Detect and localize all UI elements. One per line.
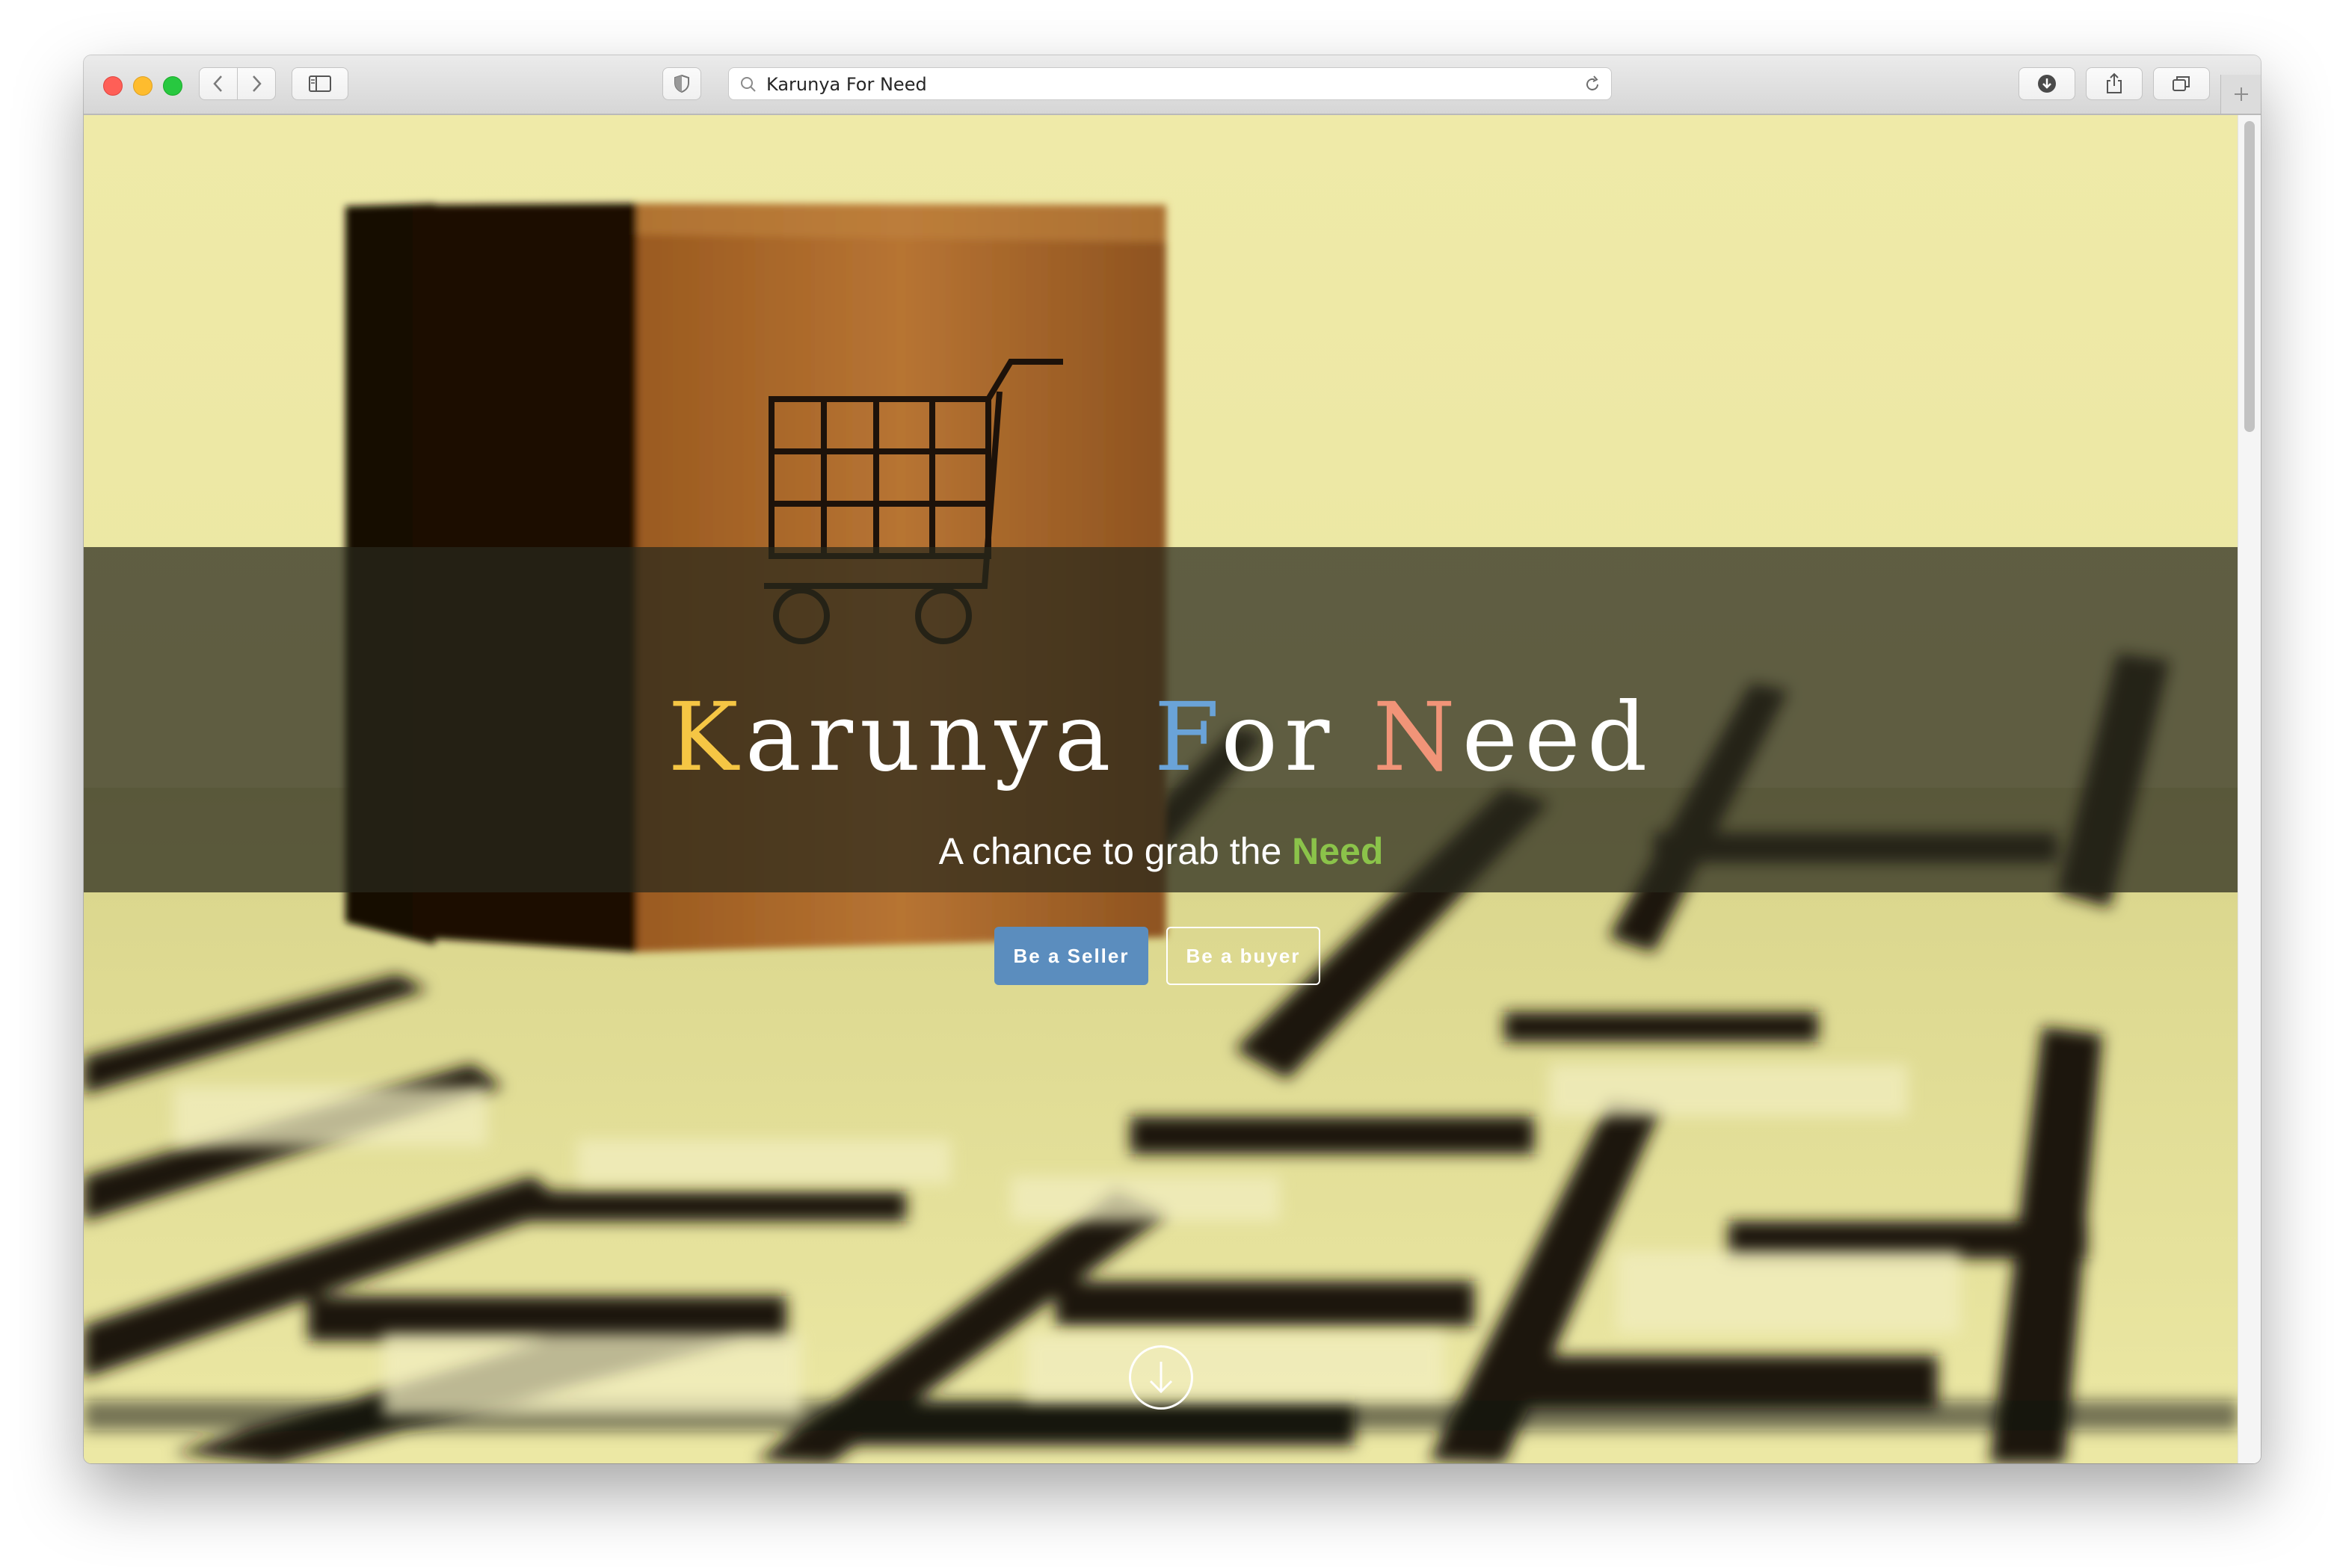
forward-button[interactable] (237, 67, 276, 100)
chevron-left-icon (213, 75, 222, 92)
address-bar[interactable]: Karunya For Need (728, 67, 1612, 100)
title-letter-n: N (1373, 682, 1462, 792)
search-icon (741, 77, 756, 92)
be-a-seller-button[interactable]: Be a Seller (994, 927, 1148, 985)
title-text-or: or (1221, 682, 1373, 792)
tab-overview-button[interactable] (2153, 67, 2210, 100)
scrollbar-thumb[interactable] (2244, 121, 2255, 432)
close-window-button[interactable] (103, 76, 123, 96)
be-a-buyer-button[interactable]: Be a buyer (1166, 927, 1320, 985)
page-scrollbar[interactable] (2238, 115, 2261, 1463)
browser-window: Karunya For Need Karunya For Need A chan… (84, 55, 2261, 1463)
hero-title: Karunya For Need (84, 691, 2238, 785)
back-button[interactable] (199, 67, 238, 100)
title-letter-f: F (1154, 682, 1222, 792)
tabs-icon (2173, 76, 2190, 91)
shield-icon (674, 74, 689, 93)
privacy-report-button[interactable] (662, 67, 701, 100)
arrow-down-icon (1149, 1362, 1173, 1394)
title-letter-k: K (668, 682, 745, 792)
subtitle-text: A chance to grab the (938, 830, 1293, 872)
share-button[interactable] (2086, 67, 2143, 100)
download-icon (2038, 75, 2056, 93)
zoom-window-button[interactable] (163, 76, 182, 96)
browser-toolbar: Karunya For Need (84, 55, 2261, 115)
title-text-eed: eed (1462, 682, 1654, 792)
title-text-arunya: arunya (745, 682, 1154, 792)
address-text: Karunya For Need (766, 74, 927, 95)
chevron-right-icon (253, 75, 262, 92)
plus-icon (2235, 87, 2248, 101)
share-icon (2107, 72, 2122, 93)
scroll-down-button[interactable] (1129, 1345, 1193, 1410)
minimize-window-button[interactable] (133, 76, 153, 96)
subtitle-highlight: Need (1292, 830, 1384, 872)
sidebar-icon (309, 75, 331, 92)
downloads-button[interactable] (2019, 67, 2075, 100)
page-content: Karunya For Need A chance to grab the Ne… (84, 115, 2238, 1463)
sidebar-toggle-button[interactable] (292, 67, 348, 100)
hero-subtitle: A chance to grab the Need (84, 833, 2238, 870)
new-tab-button[interactable] (2220, 75, 2261, 114)
reload-icon[interactable] (1583, 75, 1602, 94)
